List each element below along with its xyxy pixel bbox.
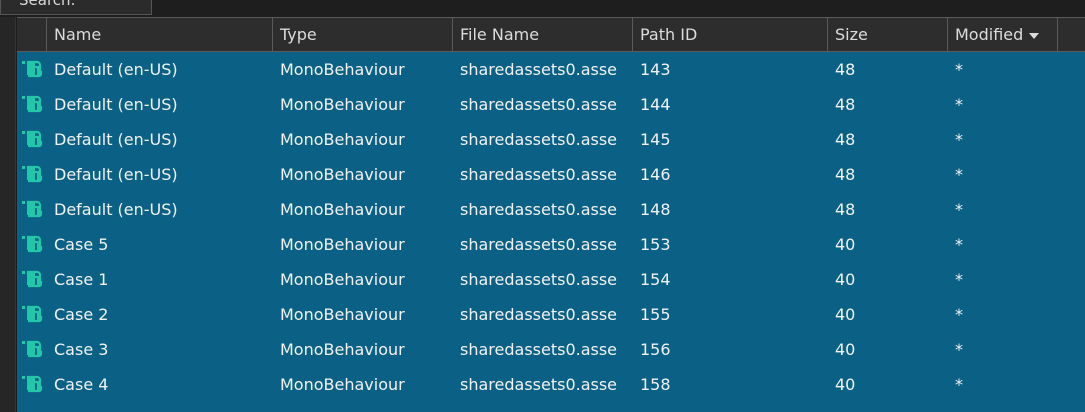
cell-file: sharedassets0.asse: [460, 235, 618, 254]
table-header: Name Type File Name Path ID Size Modifie…: [17, 17, 1085, 52]
header-filler: [1058, 18, 1085, 51]
cell-path-id: 148: [640, 200, 671, 219]
cell-name: Case 5: [54, 235, 109, 254]
cell-type: MonoBehaviour: [280, 95, 405, 114]
script-icon: [21, 305, 43, 323]
cell-name: Default (en-US): [54, 165, 178, 184]
cell-type: MonoBehaviour: [280, 235, 405, 254]
table-row[interactable]: Case 2 MonoBehaviour sharedassets0.asse 155…: [17, 297, 1085, 332]
cell-type: MonoBehaviour: [280, 305, 405, 324]
sort-descending-icon: [1029, 32, 1040, 39]
cell-size: 40: [835, 270, 856, 289]
cell-modified: *: [955, 270, 963, 289]
table-row[interactable]: Case 5 MonoBehaviour sharedassets0.asse 153…: [17, 227, 1085, 262]
cell-path-id: 143: [640, 60, 671, 79]
search-tab[interactable]: Search:: [0, 0, 152, 15]
cell-modified: *: [955, 340, 963, 359]
cell-file: sharedassets0.asse: [460, 130, 618, 149]
cell-modified: *: [955, 200, 963, 219]
script-icon: [21, 200, 43, 218]
cell-file: sharedassets0.asse: [460, 200, 618, 219]
table-row[interactable]: Case 4 MonoBehaviour sharedassets0.asse 158…: [17, 367, 1085, 402]
cell-type: MonoBehaviour: [280, 130, 405, 149]
cell-size: 48: [835, 130, 856, 149]
cell-size: 40: [835, 305, 856, 324]
top-bar: Search:: [0, 0, 1085, 17]
cell-name: Case 4: [54, 375, 109, 394]
table-row[interactable]: Default (en-US) MonoBehaviour sharedassets…: [17, 87, 1085, 122]
column-header-file-name[interactable]: File Name: [453, 18, 633, 51]
cell-modified: *: [955, 60, 963, 79]
cell-path-id: 145: [640, 130, 671, 149]
cell-file: sharedassets0.asse: [460, 95, 618, 114]
cell-modified: *: [955, 165, 963, 184]
script-icon: [21, 270, 43, 288]
cell-name: Default (en-US): [54, 200, 178, 219]
cell-file: sharedassets0.asse: [460, 270, 618, 289]
script-icon: [21, 165, 43, 183]
cell-name: Case 1: [54, 270, 109, 289]
script-icon: [21, 340, 43, 358]
table-row[interactable]: Case 1 MonoBehaviour sharedassets0.asse 154…: [17, 262, 1085, 297]
script-icon: [21, 95, 43, 113]
cell-path-id: 155: [640, 305, 671, 324]
column-header-modified-label: Modified: [955, 25, 1024, 44]
table-row[interactable]: Default (en-US) MonoBehaviour sharedassets…: [17, 52, 1085, 87]
cell-type: MonoBehaviour: [280, 165, 405, 184]
column-header-size[interactable]: Size: [828, 18, 948, 51]
cell-size: 40: [835, 375, 856, 394]
cell-type: MonoBehaviour: [280, 375, 405, 394]
cell-name: Default (en-US): [54, 130, 178, 149]
cell-modified: *: [955, 305, 963, 324]
cell-file: sharedassets0.asse: [460, 165, 618, 184]
cell-type: MonoBehaviour: [280, 60, 405, 79]
cell-file: sharedassets0.asse: [460, 60, 618, 79]
cell-file: sharedassets0.asse: [460, 340, 618, 359]
table-row[interactable]: Case 3 MonoBehaviour sharedassets0.asse 156…: [17, 332, 1085, 367]
column-header-name[interactable]: Name: [47, 18, 273, 51]
cell-name: Case 3: [54, 340, 109, 359]
cell-path-id: 156: [640, 340, 671, 359]
cell-path-id: 146: [640, 165, 671, 184]
header-icon-column[interactable]: [17, 18, 47, 51]
cell-path-id: 153: [640, 235, 671, 254]
script-icon: [21, 375, 43, 393]
cell-file: sharedassets0.asse: [460, 375, 618, 394]
cell-path-id: 144: [640, 95, 671, 114]
cell-size: 40: [835, 235, 856, 254]
script-icon: [21, 235, 43, 253]
cell-type: MonoBehaviour: [280, 270, 405, 289]
cell-modified: *: [955, 375, 963, 394]
table-row[interactable]: Default (en-US) MonoBehaviour sharedassets…: [17, 192, 1085, 227]
cell-type: MonoBehaviour: [280, 200, 405, 219]
cell-size: 48: [835, 60, 856, 79]
cell-name: Default (en-US): [54, 95, 178, 114]
column-header-path-id[interactable]: Path ID: [633, 18, 828, 51]
script-icon: [21, 60, 43, 78]
cell-type: MonoBehaviour: [280, 340, 405, 359]
cell-modified: *: [955, 130, 963, 149]
column-header-modified[interactable]: Modified: [948, 18, 1058, 51]
cell-size: 48: [835, 95, 856, 114]
table-row[interactable]: Default (en-US) MonoBehaviour sharedassets…: [17, 157, 1085, 192]
cell-modified: *: [955, 95, 963, 114]
cell-path-id: 154: [640, 270, 671, 289]
script-icon: [21, 130, 43, 148]
asset-table: Name Type File Name Path ID Size Modifie…: [17, 17, 1085, 412]
cell-size: 40: [835, 340, 856, 359]
cell-path-id: 158: [640, 375, 671, 394]
column-header-type[interactable]: Type: [273, 18, 453, 51]
cell-name: Case 2: [54, 305, 109, 324]
cell-modified: *: [955, 235, 963, 254]
cell-size: 48: [835, 200, 856, 219]
table-row[interactable]: Default (en-US) MonoBehaviour sharedassets…: [17, 122, 1085, 157]
cell-file: sharedassets0.asse: [460, 305, 618, 324]
cell-name: Default (en-US): [54, 60, 178, 79]
cell-size: 48: [835, 165, 856, 184]
left-gutter: [0, 17, 16, 412]
